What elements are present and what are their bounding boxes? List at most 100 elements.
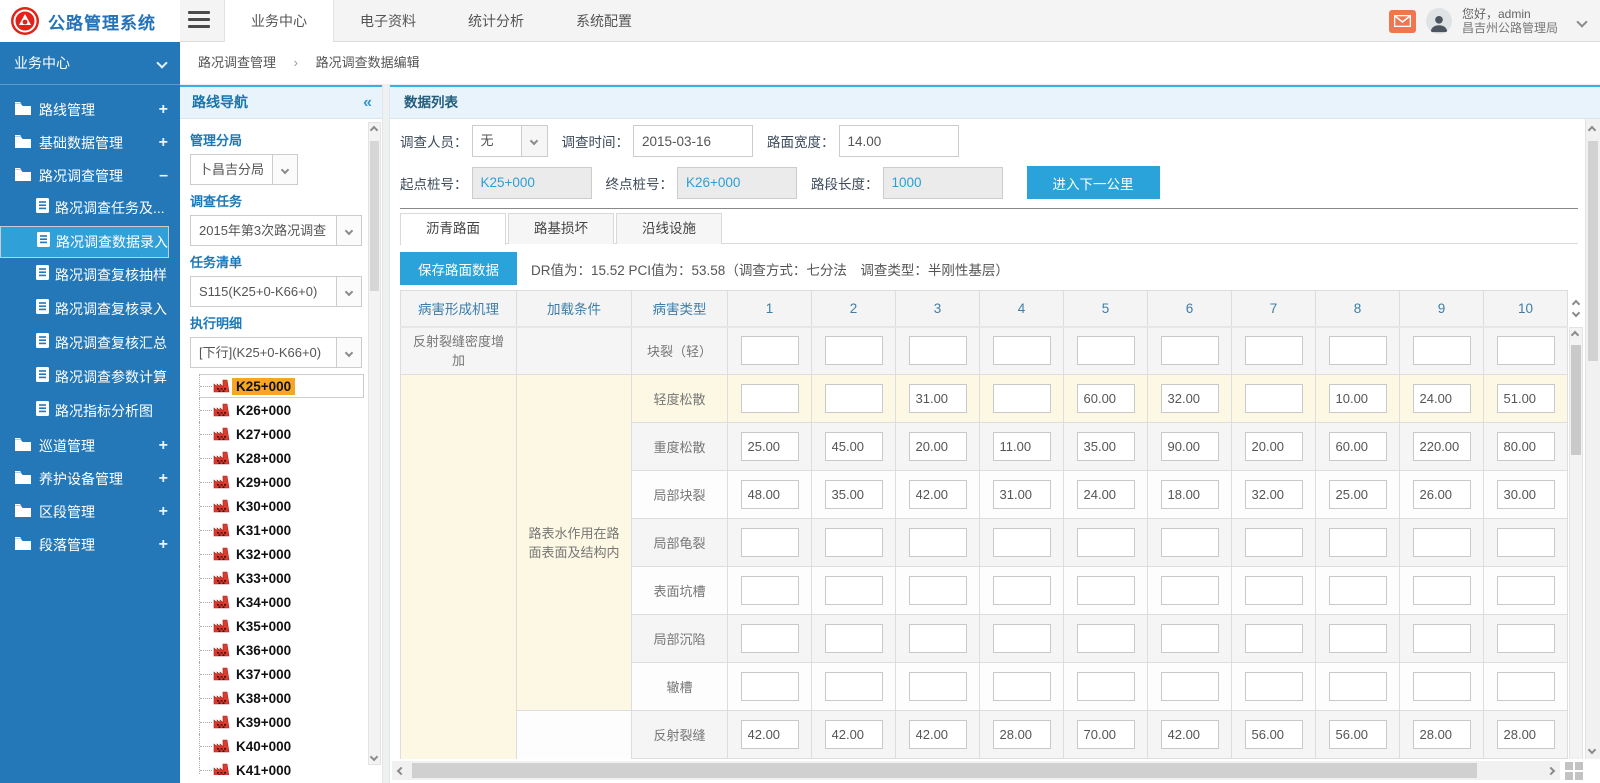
disease-value-input-r8c5[interactable]	[1077, 720, 1135, 749]
disease-value-input-r4c10[interactable]	[1497, 528, 1555, 557]
scroll-left-icon[interactable]	[392, 768, 410, 774]
disease-value-input-r8c9[interactable]	[1413, 720, 1471, 749]
disease-value-input-r6c2[interactable]	[825, 624, 883, 653]
disease-value-input-r3c4[interactable]	[993, 480, 1051, 509]
disease-value-input-r5c1[interactable]	[741, 576, 799, 605]
sidebar-subitem-3[interactable]: 路况调查复核录入	[0, 293, 180, 326]
hamburger-menu-icon[interactable]	[188, 11, 210, 31]
mail-icon[interactable]	[1389, 10, 1416, 33]
disease-value-input-r4c8[interactable]	[1329, 528, 1387, 557]
scroll-up-icon[interactable]	[1571, 331, 1579, 339]
disease-value-input-r1c6[interactable]	[1161, 384, 1219, 413]
disease-value-input-r0c8[interactable]	[1329, 336, 1387, 365]
horizontal-scrollbar[interactable]	[392, 761, 1560, 780]
disease-value-input-r5c9[interactable]	[1413, 576, 1471, 605]
tree-item-K34+000[interactable]: K34+000	[199, 590, 364, 614]
disease-value-input-r2c10[interactable]	[1497, 432, 1555, 461]
tab-0[interactable]: 沥青路面	[400, 213, 506, 245]
disease-value-input-r0c3[interactable]	[909, 336, 967, 365]
main-scrollbar[interactable]	[1585, 119, 1600, 759]
disease-value-input-r1c10[interactable]	[1497, 384, 1555, 413]
disease-value-input-r3c3[interactable]	[909, 480, 967, 509]
disease-value-input-r8c3[interactable]	[909, 720, 967, 749]
disease-value-input-r2c2[interactable]	[825, 432, 883, 461]
scroll-thumb[interactable]	[1571, 345, 1581, 455]
disease-value-input-r1c5[interactable]	[1077, 384, 1135, 413]
user-avatar-icon[interactable]	[1426, 8, 1452, 34]
disease-value-input-r5c8[interactable]	[1329, 576, 1387, 605]
disease-value-input-r6c7[interactable]	[1245, 624, 1303, 653]
disease-value-input-r3c1[interactable]	[741, 480, 799, 509]
disease-value-input-r2c7[interactable]	[1245, 432, 1303, 461]
sidebar-subitem-0[interactable]: 路况调查任务及...	[0, 192, 180, 225]
disease-value-input-r8c10[interactable]	[1497, 720, 1555, 749]
breadcrumb-parent[interactable]: 路况调查管理	[198, 55, 276, 70]
tree-item-K29+000[interactable]: K29+000	[199, 470, 364, 494]
scroll-down-icon[interactable]	[370, 753, 378, 761]
sidebar-subitem-1[interactable]: 路况调查数据录入	[0, 226, 169, 258]
sidebar-item-1[interactable]: 基础数据管理+	[0, 126, 180, 159]
disease-value-input-r1c8[interactable]	[1329, 384, 1387, 413]
top-nav-item-1[interactable]: 电子资料	[334, 0, 442, 42]
disease-value-input-r5c4[interactable]	[993, 576, 1051, 605]
sidebar-item-5[interactable]: 区段管理+	[0, 495, 180, 528]
scroll-right-icon[interactable]	[1542, 768, 1560, 774]
disease-value-input-r6c3[interactable]	[909, 624, 967, 653]
disease-value-input-r1c7[interactable]	[1245, 384, 1303, 413]
scroll-up-icon[interactable]	[1588, 126, 1596, 134]
scroll-down-icon[interactable]	[1588, 746, 1596, 754]
panel-select-3[interactable]: [下行](K25+0-K66+0)	[190, 337, 362, 368]
tree-item-K25+000[interactable]: K25+000	[199, 374, 364, 398]
disease-value-input-r7c9[interactable]	[1413, 672, 1471, 701]
disease-value-input-r6c8[interactable]	[1329, 624, 1387, 653]
disease-value-input-r1c4[interactable]	[993, 384, 1051, 413]
sidebar-item-0[interactable]: 路线管理+	[0, 93, 180, 126]
spin-up-icon[interactable]	[1572, 300, 1580, 308]
disease-value-input-r4c5[interactable]	[1077, 528, 1135, 557]
top-nav-item-2[interactable]: 统计分析	[442, 0, 550, 42]
disease-value-input-r7c10[interactable]	[1497, 672, 1555, 701]
disease-value-input-r2c5[interactable]	[1077, 432, 1135, 461]
top-nav-item-3[interactable]: 系统配置	[550, 0, 658, 42]
expand-plus-icon[interactable]: +	[159, 470, 168, 488]
disease-value-input-r6c1[interactable]	[741, 624, 799, 653]
disease-value-input-r7c6[interactable]	[1161, 672, 1219, 701]
scroll-thumb[interactable]	[412, 763, 1477, 778]
sidebar-header[interactable]: 业务中心	[0, 42, 180, 85]
disease-value-input-r2c9[interactable]	[1413, 432, 1471, 461]
disease-value-input-r7c8[interactable]	[1329, 672, 1387, 701]
disease-value-input-r7c3[interactable]	[909, 672, 967, 701]
disease-value-input-r4c3[interactable]	[909, 528, 967, 557]
disease-value-input-r0c9[interactable]	[1413, 336, 1471, 365]
account-chevron-down-icon[interactable]	[1578, 14, 1586, 29]
collapse-minus-icon[interactable]: –	[159, 167, 168, 185]
resize-grip[interactable]	[1564, 761, 1584, 780]
disease-value-input-r2c8[interactable]	[1329, 432, 1387, 461]
expand-plus-icon[interactable]: +	[159, 101, 168, 119]
tree-item-K30+000[interactable]: K30+000	[199, 494, 364, 518]
sidebar-item-2[interactable]: 路况调查管理–	[0, 159, 180, 192]
scroll-thumb[interactable]	[1588, 141, 1598, 361]
disease-value-input-r7c5[interactable]	[1077, 672, 1135, 701]
expand-plus-icon[interactable]: +	[159, 503, 168, 521]
disease-value-input-r4c7[interactable]	[1245, 528, 1303, 557]
disease-value-input-r5c7[interactable]	[1245, 576, 1303, 605]
disease-value-input-r2c1[interactable]	[741, 432, 799, 461]
sidebar-subitem-5[interactable]: 路况调查参数计算	[0, 361, 180, 394]
tree-item-K28+000[interactable]: K28+000	[199, 446, 364, 470]
disease-value-input-r1c9[interactable]	[1413, 384, 1471, 413]
disease-value-input-r8c4[interactable]	[993, 720, 1051, 749]
select-chevron-icon[interactable]	[336, 216, 361, 245]
next-kilometer-button[interactable]: 进入下一公里	[1027, 166, 1160, 199]
panel-select-0[interactable]: 卜昌吉分局	[190, 154, 298, 185]
disease-value-input-r3c2[interactable]	[825, 480, 883, 509]
panel-scrollbar[interactable]	[368, 122, 381, 765]
disease-value-input-r7c2[interactable]	[825, 672, 883, 701]
disease-value-input-r8c6[interactable]	[1161, 720, 1219, 749]
tree-item-K39+000[interactable]: K39+000	[199, 710, 364, 734]
sidebar-subitem-6[interactable]: 路况指标分析图	[0, 395, 180, 428]
disease-value-input-r6c5[interactable]	[1077, 624, 1135, 653]
tree-item-K35+000[interactable]: K35+000	[199, 614, 364, 638]
disease-value-input-r0c5[interactable]	[1077, 336, 1135, 365]
surveyor-select[interactable]: 无	[472, 125, 548, 157]
